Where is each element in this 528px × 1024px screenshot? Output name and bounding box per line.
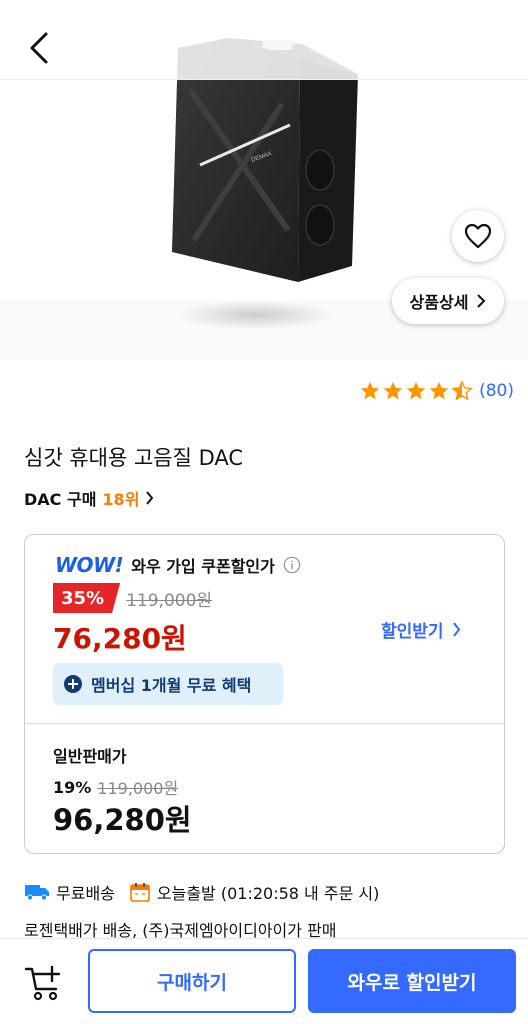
product-detail-label: 상품상세 — [409, 293, 469, 312]
wow-price-header: WOW! 와우 가입 쿠폰할인가 — [55, 553, 301, 577]
rating-summary[interactable]: (80) — [359, 380, 514, 402]
normal-original-price: 119,000원 — [97, 779, 179, 798]
original-price: 119,000원 — [126, 590, 213, 611]
rank-category: DAC 구매 — [24, 490, 97, 509]
back-button[interactable] — [26, 30, 56, 66]
star-full-icon — [406, 381, 426, 400]
wow-price: 76,280원 — [53, 622, 187, 655]
chevron-left-icon — [30, 32, 48, 64]
heart-icon — [464, 223, 492, 249]
price-box: WOW! 와우 가입 쿠폰할인가 35% 119,000원 76,280원 할인… — [24, 534, 505, 854]
review-count[interactable]: (80) — [479, 381, 514, 401]
product-image-area[interactable]: DEMAX 상품상세 — [0, 0, 528, 360]
star-full-icon — [383, 381, 403, 400]
product-title: 심갓 휴대용 고음질 DAC — [24, 446, 244, 470]
info-icon[interactable] — [283, 556, 301, 574]
price-divider — [25, 723, 504, 724]
wow-logo: WOW! — [55, 553, 124, 577]
cart-plus-icon — [24, 965, 61, 1001]
add-to-cart-button[interactable] — [22, 961, 66, 1005]
category-rank-link[interactable]: DAC 구매 18위 — [24, 486, 154, 510]
wow-price-label: 와우 가입 쿠폰할인가 — [131, 557, 275, 576]
get-discount-link[interactable]: 할인받기 — [381, 617, 461, 642]
calendar-icon — [130, 883, 150, 902]
normal-discount-pct: 19% — [53, 777, 92, 797]
truck-icon — [25, 885, 49, 901]
get-discount-label: 할인받기 — [381, 622, 444, 642]
discount-badge: 35% — [53, 583, 121, 613]
star-full-icon — [360, 381, 380, 400]
chevron-right-icon — [146, 491, 154, 505]
membership-benefit-button[interactable]: 멤버십 1개월 무료 혜택 — [53, 663, 283, 705]
product-detail-button[interactable]: 상품상세 — [392, 278, 504, 324]
ship-today-label: 오늘출발 (01:20:58 내 주문 시) — [156, 884, 380, 903]
star-full-icon — [429, 381, 449, 400]
membership-benefit-label: 멤버십 1개월 무료 혜택 — [91, 676, 252, 695]
wishlist-button[interactable] — [452, 210, 504, 262]
normal-price: 96,280원 — [53, 803, 192, 837]
bottom-action-bar: 구매하기 와우로 할인받기 — [0, 938, 528, 1024]
star-rating — [359, 380, 473, 402]
star-half-icon — [451, 380, 473, 401]
wow-discount-button[interactable]: 와우로 할인받기 — [308, 949, 516, 1013]
delivery-info: 무료배송 오늘출발 (01:20:58 내 주문 시) — [24, 880, 379, 904]
normal-price-label: 일반판매가 — [53, 747, 127, 766]
buy-button[interactable]: 구매하기 — [88, 949, 296, 1013]
top-bar — [0, 0, 528, 80]
wow-discount-row: 35% 119,000원 — [53, 583, 212, 613]
plus-circle-icon — [64, 675, 82, 693]
normal-discount-row: 19% 119,000원 — [53, 775, 178, 799]
chevron-right-icon — [452, 622, 460, 637]
chevron-right-icon — [477, 294, 486, 308]
device-shadow — [175, 300, 335, 330]
rank-number: 18위 — [102, 490, 140, 509]
free-shipping-label: 무료배송 — [56, 884, 115, 903]
